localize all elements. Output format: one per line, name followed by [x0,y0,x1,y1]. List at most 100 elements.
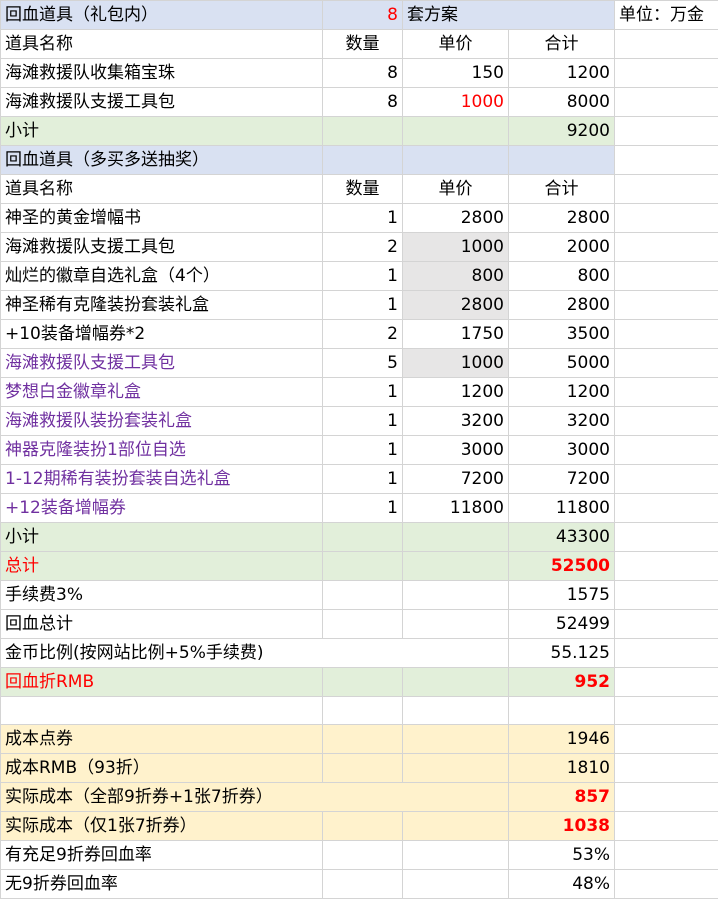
empty-cell[interactable] [614,782,718,812]
empty-cell[interactable] [322,667,403,697]
rate-label[interactable]: 无9折券回血率 [0,869,323,899]
cost-value[interactable]: 1038 [508,811,615,841]
empty-cell[interactable] [614,667,718,697]
item-total[interactable]: 800 [508,261,615,291]
empty-cell[interactable] [402,811,509,841]
item-name[interactable]: 1-12期稀有装扮套装自选礼盒 [0,464,323,494]
empty-cell[interactable] [614,290,718,320]
item-qty[interactable]: 1 [322,261,403,291]
item-price[interactable]: 3200 [402,406,509,436]
empty-cell[interactable] [508,696,615,725]
empty-cell[interactable] [614,638,718,668]
item-qty[interactable]: 1 [322,464,403,494]
unit-label[interactable]: 单位：万金 [614,0,718,30]
item-price[interactable]: 1200 [402,377,509,407]
rate-value[interactable]: 48% [508,869,615,899]
empty-cell[interactable] [614,261,718,291]
item-name[interactable]: 海滩救援队收集箱宝珠 [0,58,323,88]
item-total[interactable]: 1200 [508,58,615,88]
item-name[interactable]: 海滩救援队支援工具包 [0,348,323,378]
recovery-rmb-label[interactable]: 回血折RMB [0,667,323,697]
item-qty[interactable]: 1 [322,203,403,233]
empty-cell[interactable] [322,145,403,175]
cost-value[interactable]: 1810 [508,753,615,783]
empty-cell[interactable] [614,174,718,204]
item-price[interactable]: 11800 [402,493,509,523]
item-qty[interactable]: 1 [322,435,403,465]
empty-cell[interactable] [614,811,718,841]
empty-cell[interactable] [614,348,718,378]
empty-cell[interactable] [614,232,718,262]
item-price[interactable]: 1750 [402,319,509,349]
item-qty[interactable]: 8 [322,87,403,117]
item-price[interactable]: 7200 [402,464,509,494]
item-qty[interactable]: 1 [322,290,403,320]
fee-label[interactable]: 手续费3% [0,580,323,610]
empty-cell[interactable] [614,319,718,349]
item-total[interactable]: 8000 [508,87,615,117]
empty-cell[interactable] [614,522,718,552]
empty-cell[interactable] [614,724,718,754]
header-total[interactable]: 合计 [508,29,615,59]
item-qty[interactable]: 1 [322,406,403,436]
cost-value[interactable]: 1946 [508,724,615,754]
header-price[interactable]: 单价 [402,29,509,59]
item-price[interactable]: 3000 [402,435,509,465]
empty-cell[interactable] [402,116,509,146]
empty-cell[interactable] [614,696,718,725]
empty-cell[interactable] [402,145,509,175]
item-price[interactable]: 2800 [402,290,509,320]
item-qty[interactable]: 2 [322,232,403,262]
item-total[interactable]: 1200 [508,377,615,407]
empty-cell[interactable] [402,840,509,870]
item-qty[interactable]: 2 [322,319,403,349]
empty-cell[interactable] [322,696,403,725]
item-total[interactable]: 7200 [508,464,615,494]
recovery-total-label[interactable]: 回血总计 [0,609,323,639]
section1-title[interactable]: 回血道具（礼包内） [0,0,323,30]
item-name[interactable]: 海滩救援队支援工具包 [0,232,323,262]
empty-cell[interactable] [322,609,403,639]
empty-cell[interactable] [322,551,403,581]
empty-cell[interactable] [402,724,509,754]
empty-cell[interactable] [402,869,509,899]
item-name[interactable]: 神圣稀有克隆装扮套装礼盒 [0,290,323,320]
grand-total-value[interactable]: 52500 [508,551,615,581]
gold-ratio-label[interactable]: 金币比例(按网站比例+5%手续费) [0,638,509,668]
subtotal-label[interactable]: 小计 [0,522,323,552]
header-price[interactable]: 单价 [402,174,509,204]
empty-cell[interactable] [402,551,509,581]
item-name[interactable]: 神器克隆装扮1部位自选 [0,435,323,465]
empty-cell[interactable] [0,696,323,725]
cost-value[interactable]: 857 [508,782,615,812]
header-qty[interactable]: 数量 [322,174,403,204]
empty-cell[interactable] [402,667,509,697]
empty-cell[interactable] [322,522,403,552]
item-qty[interactable]: 1 [322,377,403,407]
empty-cell[interactable] [614,753,718,783]
subtotal-value[interactable]: 9200 [508,116,615,146]
empty-cell[interactable] [322,724,403,754]
empty-cell[interactable] [402,609,509,639]
item-total[interactable]: 3000 [508,435,615,465]
header-name[interactable]: 道具名称 [0,29,323,59]
item-name[interactable]: +12装备增幅券 [0,493,323,523]
item-qty[interactable]: 8 [322,58,403,88]
cost-label[interactable]: 实际成本（仅1张7折券） [0,811,323,841]
header-qty[interactable]: 数量 [322,29,403,59]
cost-label[interactable]: 成本点券 [0,724,323,754]
empty-cell[interactable] [322,869,403,899]
item-total[interactable]: 3200 [508,406,615,436]
header-name[interactable]: 道具名称 [0,174,323,204]
plan-count[interactable]: 8 [322,0,403,30]
empty-cell[interactable] [614,840,718,870]
empty-cell[interactable] [508,145,615,175]
subtotal-label[interactable]: 小计 [0,116,323,146]
item-price[interactable]: 150 [402,58,509,88]
item-total[interactable]: 2800 [508,203,615,233]
empty-cell[interactable] [614,435,718,465]
empty-cell[interactable] [614,609,718,639]
empty-cell[interactable] [402,696,509,725]
item-name[interactable]: 神圣的黄金增幅书 [0,203,323,233]
empty-cell[interactable] [402,580,509,610]
